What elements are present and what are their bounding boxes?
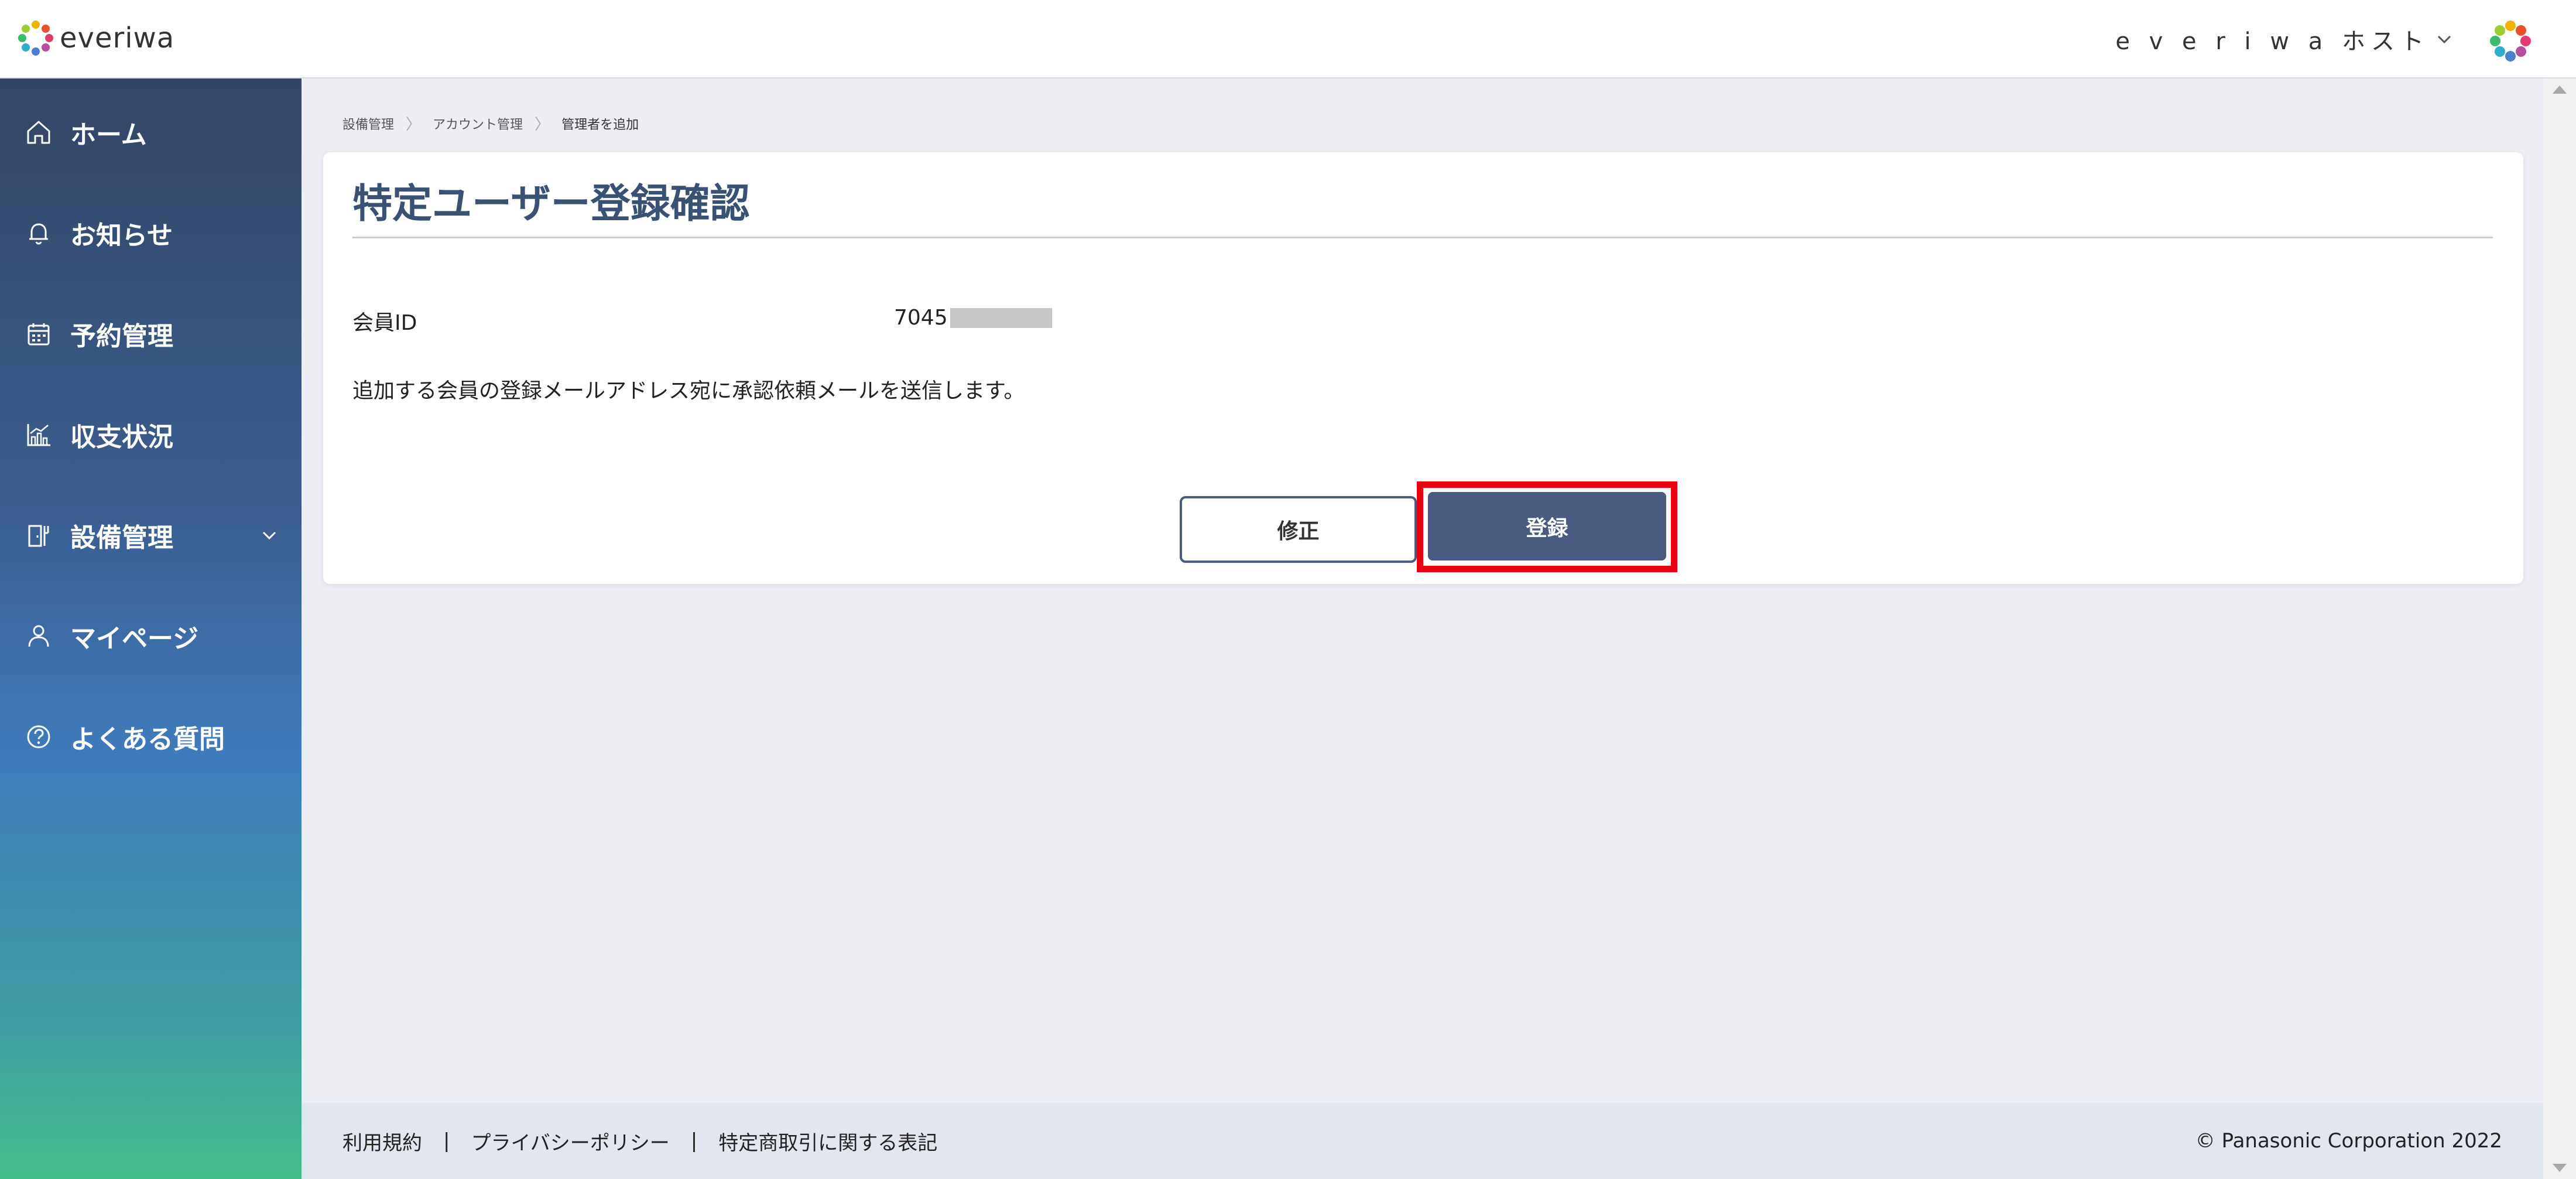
breadcrumb-separator: 〉: [406, 116, 422, 134]
member-id-label: 会員ID: [352, 311, 417, 335]
footer-separator: |: [443, 1129, 450, 1153]
breadcrumb: 設備管理 〉 アカウント管理 〉 管理者を追加: [342, 112, 639, 134]
avatar[interactable]: [2487, 18, 2534, 64]
confirmation-card: 特定ユーザー登録確認 会員ID 7045 追加する会員の登録メールアドレス宛に承…: [323, 152, 2523, 584]
user-icon: [28, 625, 49, 647]
sidebar-item-label: 収支状況: [70, 422, 173, 452]
home-icon: [27, 121, 50, 144]
sidebar-item-mypage[interactable]: マイページ: [23, 617, 198, 655]
breadcrumb-separator: 〉: [535, 116, 550, 134]
chevron-down-icon[interactable]: [258, 524, 281, 547]
sidebar-item-news[interactable]: お知らせ: [23, 214, 173, 252]
breadcrumb-item-facilities[interactable]: 設備管理: [342, 114, 394, 133]
sidebar: ホーム お知らせ 予約管理 収支状況 設備管理 マイページ よくある質問: [0, 78, 302, 1179]
chart-icon: [27, 424, 50, 446]
sidebar-item-faq[interactable]: よくある質問: [23, 718, 225, 756]
notice-text: 追加する会員の登録メールアドレス宛に承認依頼メールを送信します。: [352, 379, 1025, 403]
everiwa-logo[interactable]: everiwa: [16, 18, 174, 59]
host-account-menu[interactable]: e v e r i w a ホスト: [2115, 22, 2454, 56]
title-divider: [352, 237, 2493, 238]
member-id-value: 7045: [894, 306, 1052, 330]
redacted-block: [950, 307, 1052, 328]
sidebar-item-label: よくある質問: [70, 725, 225, 754]
register-button[interactable]: 登録: [1428, 492, 1666, 561]
breadcrumb-item-current: 管理者を追加: [561, 117, 639, 132]
sidebar-item-label: お知らせ: [70, 221, 173, 251]
edit-button[interactable]: 修正: [1180, 496, 1417, 563]
scroll-down-arrow-icon[interactable]: [2553, 1164, 2567, 1172]
footer-link-privacy[interactable]: プライバシーポリシー: [471, 1127, 669, 1156]
footer-link-commerce[interactable]: 特定商取引に関する表記: [718, 1127, 937, 1156]
facility-icon: [28, 525, 49, 547]
bell-icon: [29, 223, 48, 245]
sidebar-item-facilities[interactable]: 設備管理: [23, 517, 276, 554]
sidebar-item-label: マイページ: [70, 624, 199, 654]
page-title: 特定ユーザー登録確認: [352, 181, 750, 227]
footer-separator: |: [690, 1129, 698, 1153]
sidebar-item-home[interactable]: ホーム: [23, 114, 147, 151]
footer-links: 利用規約 | プライバシーポリシー | 特定商取引に関する表記: [342, 1127, 937, 1156]
member-id-text: 7045: [894, 306, 948, 330]
logo-text: everiwa: [60, 22, 175, 54]
copyright-text: © Panasonic Corporation 2022: [2195, 1129, 2502, 1153]
sidebar-item-label: ホーム: [70, 120, 147, 150]
sidebar-item-label: 設備管理: [70, 523, 173, 553]
sidebar-item-reservations[interactable]: 予約管理: [23, 315, 173, 353]
top-header: everiwa e v e r i w a ホスト: [0, 0, 2576, 78]
sidebar-item-label: 予約管理: [70, 322, 173, 351]
help-icon: [27, 725, 50, 749]
footer-link-terms[interactable]: 利用規約: [342, 1127, 422, 1156]
calendar-icon: [28, 323, 50, 346]
flower-logo-icon: [18, 20, 53, 56]
host-name: e v e r i w a ホスト: [2115, 28, 2430, 55]
footer: 利用規約 | プライバシーポリシー | 特定商取引に関する表記 © Panaso…: [302, 1103, 2543, 1179]
scroll-up-arrow-icon[interactable]: [2553, 86, 2567, 94]
sidebar-item-revenue[interactable]: 収支状況: [23, 416, 173, 453]
vertical-scrollbar[interactable]: [2543, 78, 2576, 1179]
chevron-down-icon: [2437, 35, 2451, 44]
breadcrumb-item-accounts[interactable]: アカウント管理: [433, 114, 523, 133]
